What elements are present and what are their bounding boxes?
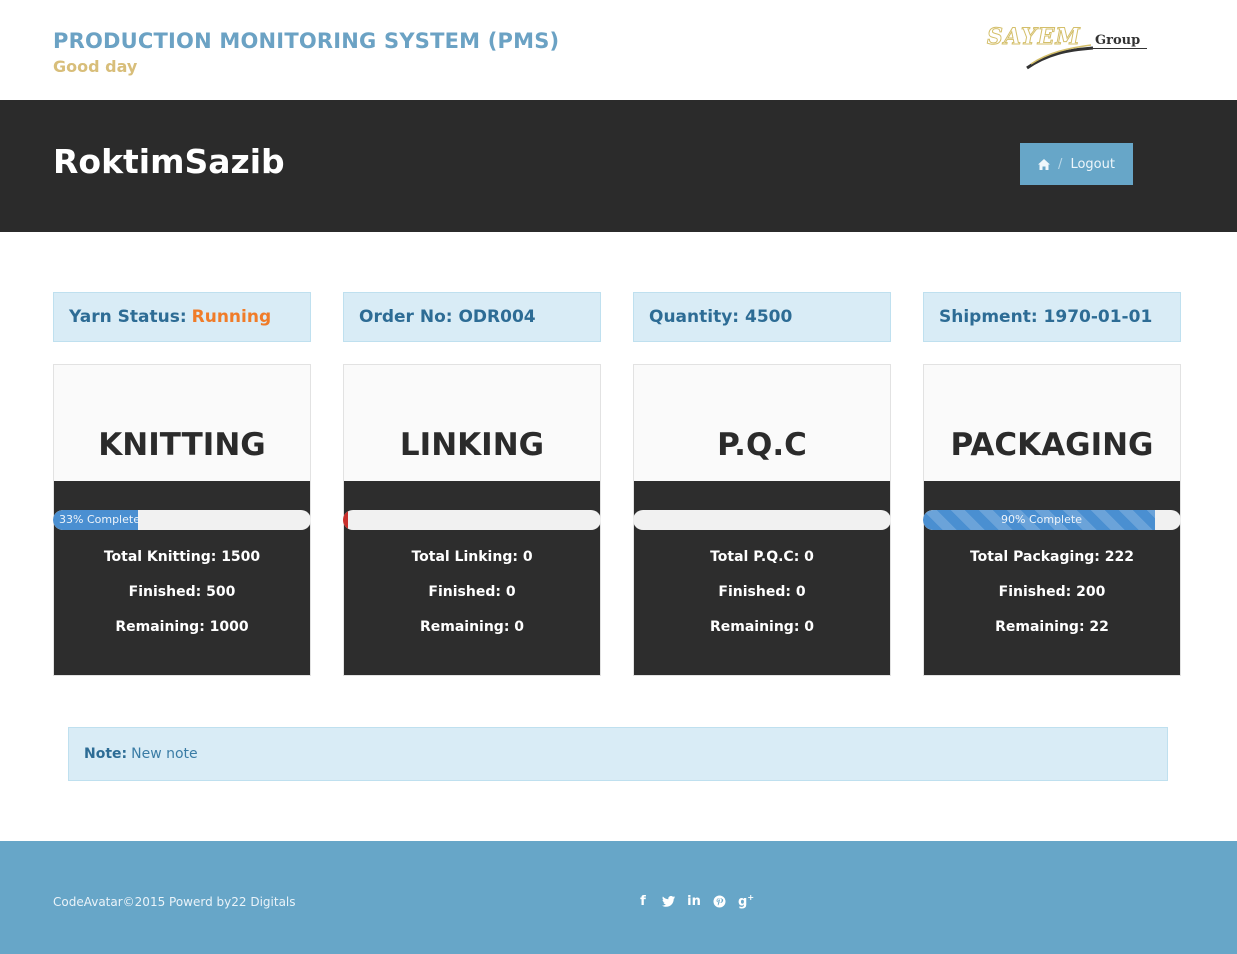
- total-count: Total Packaging: 222: [969, 549, 1134, 565]
- card-title: LINKING: [399, 427, 545, 463]
- note-text: New note: [131, 746, 198, 762]
- progress-bar: 90% Complete: [923, 510, 1181, 530]
- remaining-count: Remaining: 1000: [115, 619, 249, 635]
- remaining-count: Remaining: 0: [709, 619, 815, 635]
- total-count: Total P.Q.C: 0: [710, 549, 814, 565]
- stage-card-packaging: PACKAGING 90% Complete Total Packaging: …: [923, 364, 1181, 676]
- remaining-count: Remaining: 0: [419, 619, 525, 635]
- card-stats: Total Linking: 0 Finished: 0 Remaining: …: [344, 540, 600, 645]
- home-icon[interactable]: [1038, 158, 1051, 170]
- logo-swoosh-icon: [1026, 44, 1094, 70]
- user-name: RoktimSazib: [53, 142, 285, 181]
- note-box: Note: New note: [68, 727, 1168, 781]
- card-header: P.Q.C: [634, 365, 890, 481]
- footer: CodeAvatar©2015 Powerd by22 Digitals f i…: [0, 841, 1237, 954]
- card-stats: Total P.Q.C: 0 Finished: 0 Remaining: 0: [634, 540, 890, 645]
- company-logo[interactable]: SAYEM Group: [985, 22, 1155, 72]
- top-header: PRODUCTION MONITORING SYSTEM (PMS) Good …: [0, 0, 1237, 100]
- quantity-box: Quantity: 4500: [633, 292, 891, 342]
- pinterest-icon[interactable]: [713, 895, 726, 908]
- card-title: KNITTING: [98, 427, 266, 463]
- logo-suffix: Group: [1095, 33, 1141, 48]
- facebook-icon[interactable]: f: [636, 894, 650, 909]
- stage-card-knitting: KNITTING 33% Complete Total Knitting: 15…: [53, 364, 311, 676]
- card-title: P.Q.C: [717, 427, 807, 463]
- card-stats: Total Packaging: 222 Finished: 200 Remai…: [924, 540, 1180, 645]
- note-label: Note:: [84, 746, 128, 762]
- social-links: f in g+: [636, 893, 754, 909]
- order-number: Order No: ODR004: [359, 307, 536, 327]
- progress-bar: [633, 510, 891, 530]
- total-count: Total Knitting: 1500: [103, 549, 261, 565]
- twitter-icon[interactable]: [662, 895, 675, 907]
- finished-count: Finished: 0: [718, 584, 806, 600]
- google-plus-icon[interactable]: g+: [738, 893, 754, 909]
- progress-label: 33% Complete: [59, 513, 140, 526]
- card-header: LINKING: [344, 365, 600, 481]
- finished-count: Finished: 500: [128, 584, 236, 600]
- finished-count: Finished: 0: [428, 584, 516, 600]
- total-count: Total Linking: 0: [411, 549, 533, 565]
- progress-label: 90% Complete: [1001, 513, 1082, 526]
- card-title: PACKAGING: [950, 427, 1154, 463]
- quantity: Quantity: 4500: [649, 307, 793, 327]
- remaining-count: Remaining: 22: [995, 619, 1109, 635]
- progress-fill: [343, 510, 349, 530]
- app-title: PRODUCTION MONITORING SYSTEM (PMS): [53, 29, 560, 53]
- yarn-status-box: Yarn Status: Running: [53, 292, 311, 342]
- order-info-row: Yarn Status: Running Order No: ODR004 Qu…: [53, 292, 1183, 344]
- shipment-box: Shipment: 1970-01-01: [923, 292, 1181, 342]
- breadcrumb: / Logout: [1020, 143, 1133, 185]
- logo-underline: [1093, 48, 1147, 49]
- stage-card-pqc: P.Q.C Total P.Q.C: 0 Finished: 0 Remaini…: [633, 364, 891, 676]
- card-stats: Total Knitting: 1500 Finished: 500 Remai…: [54, 540, 310, 645]
- progress-bar: 33% Complete: [53, 510, 311, 530]
- breadcrumb-separator: /: [1058, 156, 1063, 172]
- linkedin-icon[interactable]: in: [687, 894, 701, 909]
- logout-link[interactable]: Logout: [1070, 157, 1115, 172]
- shipment-date: Shipment: 1970-01-01: [939, 307, 1153, 327]
- yarn-status-value: Running: [191, 307, 272, 327]
- greeting-text: Good day: [53, 57, 138, 76]
- copyright-text: CodeAvatar©2015 Powerd by22 Digitals: [53, 895, 296, 909]
- user-banner: RoktimSazib / Logout: [0, 100, 1237, 232]
- finished-count: Finished: 200: [998, 584, 1106, 600]
- order-number-box: Order No: ODR004: [343, 292, 601, 342]
- card-header: PACKAGING: [924, 365, 1180, 481]
- stage-card-linking: LINKING Total Linking: 0 Finished: 0 Rem…: [343, 364, 601, 676]
- card-header: KNITTING: [54, 365, 310, 481]
- progress-bar: [343, 510, 601, 530]
- yarn-status-label: Yarn Status:: [69, 307, 187, 327]
